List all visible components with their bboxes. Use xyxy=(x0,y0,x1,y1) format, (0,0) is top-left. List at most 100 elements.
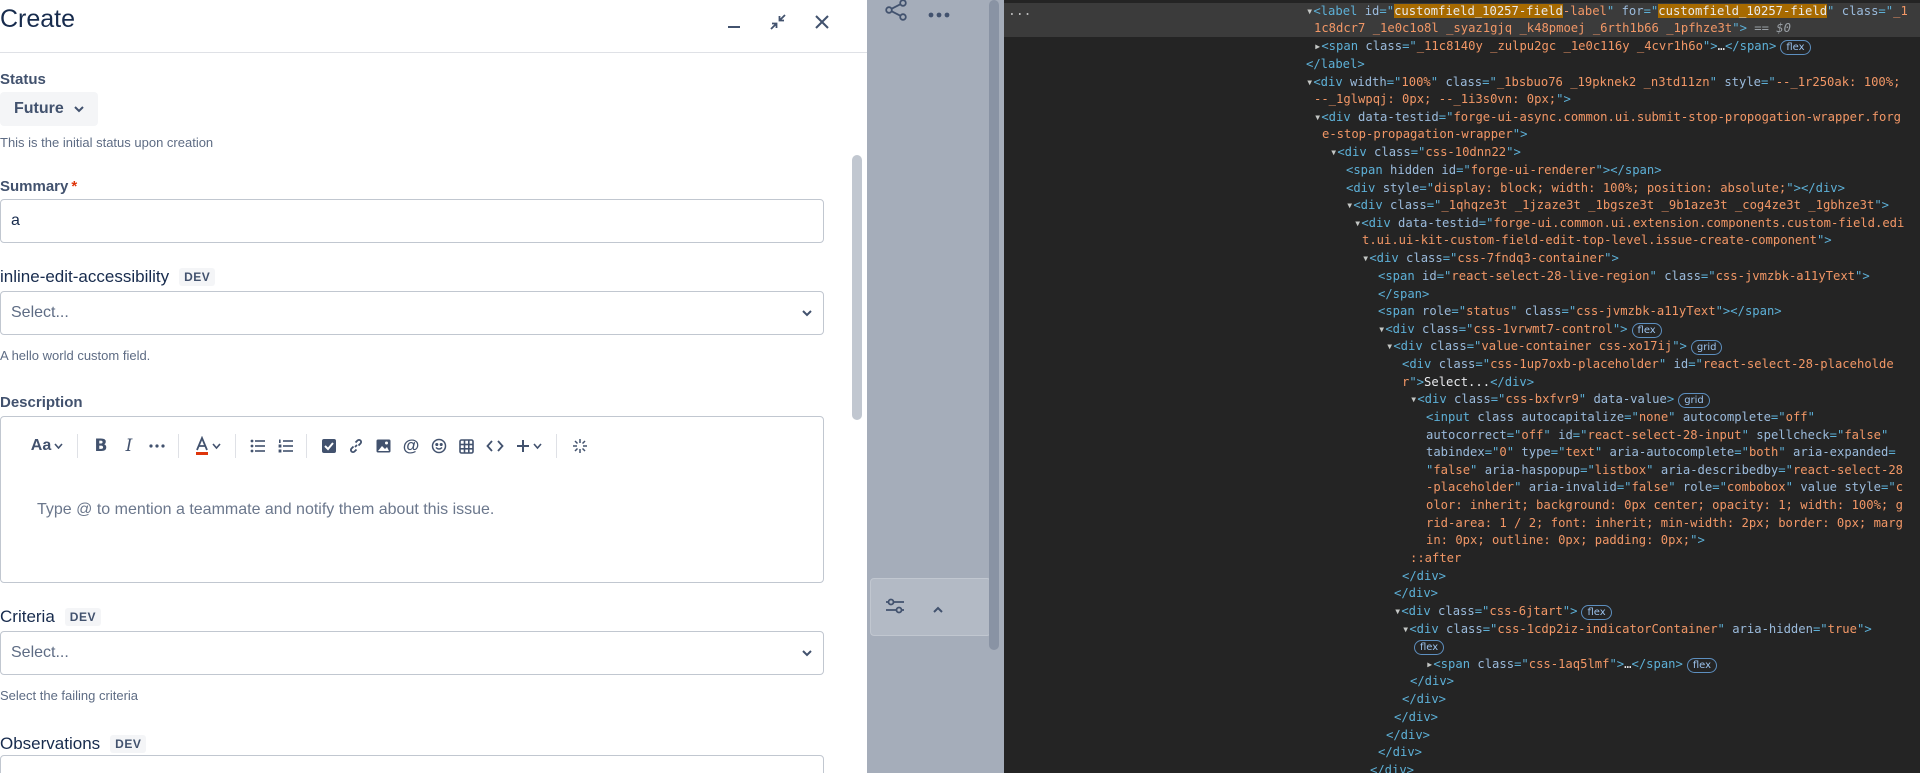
dom-node-line[interactable]: <span hidden id="forge-ui-renderer"></sp… xyxy=(1346,162,1662,179)
dom-node-line[interactable]: ▾<div class="css-7fndq3-container"> xyxy=(1362,250,1619,267)
layout-badge[interactable]: flex xyxy=(1414,640,1445,655)
description-editor[interactable]: Aa B I @ Type @ to mention a teammate an… xyxy=(0,416,824,583)
dom-token: style xyxy=(1382,181,1420,195)
dom-node-line[interactable]: <div class="css-1up7oxb-placeholder" id=… xyxy=(1402,356,1894,373)
dom-token: "> xyxy=(1816,233,1832,247)
inline-edit-placeholder: Select... xyxy=(11,304,69,321)
collapse-arrows-icon xyxy=(770,14,786,30)
summary-input[interactable]: a xyxy=(0,199,824,243)
dom-node-line[interactable]: <span role="status" class="css-jvmzbk-a1… xyxy=(1378,303,1782,320)
text-color-button[interactable] xyxy=(193,435,223,457)
dom-token: both xyxy=(1748,445,1779,459)
layout-badge[interactable]: flex xyxy=(1780,40,1811,55)
dom-node-line[interactable]: ▾<div width="100%" class="_1bsbuo76 _19p… xyxy=(1306,74,1900,91)
dom-node-line[interactable]: ▾<div class="css-1cdp2iz-indicatorContai… xyxy=(1402,621,1872,638)
dom-node-line[interactable]: ▾<div data-testid="forge-ui-async.common… xyxy=(1314,109,1901,126)
dom-node-line[interactable]: e-stop-propagation-wrapper"> xyxy=(1322,126,1527,143)
observations-input[interactable] xyxy=(0,755,824,773)
ellipsis-marker[interactable]: ... xyxy=(1008,4,1031,19)
modal-scrollbar[interactable] xyxy=(852,155,862,420)
table-button[interactable] xyxy=(459,435,474,457)
dom-node-line[interactable]: ▸<span class="css-1aq5lmf">…</span> flex xyxy=(1426,656,1718,673)
dom-node-line[interactable]: ▾<div class="css-1vrwmt7-control"> flex xyxy=(1378,321,1662,338)
dom-token: "></span> xyxy=(1715,304,1782,318)
inline-edit-select[interactable]: Select... xyxy=(0,291,824,335)
dom-node-line[interactable]: -placeholder" aria-invalid="false" role=… xyxy=(1426,479,1903,496)
dom-node-line[interactable]: 1c8dcr7 _1e0c1o8l _syaz1gjq _k48pmoej _6… xyxy=(1314,20,1791,37)
layout-badge[interactable]: flex xyxy=(1581,605,1612,620)
layout-badge[interactable]: flex xyxy=(1686,658,1718,673)
configure-button[interactable] xyxy=(885,597,905,620)
dom-node-line[interactable]: </div> xyxy=(1410,673,1454,690)
bullet-list-button[interactable] xyxy=(250,435,266,457)
dom-node-line[interactable]: "false" aria-haspopup="listbox" aria-des… xyxy=(1426,462,1903,479)
numbered-list-button[interactable] xyxy=(278,435,294,457)
more-formatting-button[interactable] xyxy=(148,435,166,457)
dom-node-line[interactable]: ▾<div class="value-container css-xo17ij"… xyxy=(1386,338,1723,355)
dom-node-line[interactable]: rid-area: 1 / 2; font: inherit; min-widt… xyxy=(1426,515,1903,532)
dom-node-line[interactable]: ▾<div class="css-6jtart"> flex xyxy=(1394,603,1612,620)
text-style-dropdown[interactable]: Aa xyxy=(29,435,65,457)
layout-badge[interactable]: grid xyxy=(1690,340,1723,355)
insert-more-button[interactable] xyxy=(516,435,544,457)
dom-token: "> xyxy=(1612,322,1628,336)
dom-token: false xyxy=(1844,428,1882,442)
minimize-button[interactable] xyxy=(716,4,752,40)
dom-node-line[interactable]: ▾<label id="customfield_10257-field-labe… xyxy=(1306,3,1908,20)
dom-token: =" xyxy=(1456,163,1471,177)
dom-token: <div xyxy=(1337,145,1375,159)
page-scrollbar[interactable] xyxy=(989,0,999,650)
dom-node-line[interactable]: t.ui.ui-kit-custom-field-edit-top-level.… xyxy=(1362,232,1832,249)
dom-token: aria-invalid xyxy=(1528,480,1617,494)
dom-node-line[interactable]: autocorrect="off" id="react-select-28-in… xyxy=(1426,427,1888,444)
dom-node-line[interactable]: </div> xyxy=(1394,709,1438,726)
dom-node-line[interactable]: ::after xyxy=(1410,550,1461,567)
mention-button[interactable]: @ xyxy=(403,435,420,457)
dom-node-line[interactable]: </label> xyxy=(1306,56,1365,73)
layout-badge[interactable]: grid xyxy=(1678,393,1710,408)
action-item-button[interactable] xyxy=(321,435,336,457)
image-button[interactable] xyxy=(376,435,391,457)
code-button[interactable] xyxy=(486,435,504,457)
ai-button[interactable] xyxy=(571,435,589,457)
more-actions-button[interactable] xyxy=(928,5,950,23)
layout-badge[interactable]: flex xyxy=(1631,323,1662,338)
dom-node-line[interactable]: </div> xyxy=(1370,762,1414,773)
dom-node-line[interactable]: tabindex="0" type="text" aria-autocomple… xyxy=(1426,444,1896,461)
link-button[interactable] xyxy=(348,435,364,457)
dom-node-line[interactable]: ▾<div data-testid="forge-ui.common.ui.ex… xyxy=(1354,215,1904,232)
criteria-select[interactable]: Select... xyxy=(0,631,824,675)
dom-node-line[interactable]: --_1glwpqj: 0px; --_1i3s0vn: 0px;"> xyxy=(1314,91,1571,108)
dom-node-line[interactable]: <div style="display: block; width: 100%;… xyxy=(1346,180,1845,197)
dom-node-line[interactable]: flex xyxy=(1410,638,1445,655)
italic-button[interactable]: I xyxy=(122,435,136,457)
dom-node-line[interactable]: r">Select...</div> xyxy=(1402,374,1534,391)
dom-node-line[interactable]: <span id="react-select-28-live-region" c… xyxy=(1378,268,1870,285)
status-dropdown[interactable]: Future xyxy=(0,92,98,126)
dom-node-line[interactable]: ▾<div class="css-bxfvr9" data-value> grid xyxy=(1410,391,1710,408)
dom-token: <div xyxy=(1361,216,1399,230)
bold-button[interactable]: B xyxy=(92,435,110,457)
dom-token: "> xyxy=(1702,39,1718,53)
collapse-section-button[interactable] xyxy=(932,601,944,619)
dom-token: =" xyxy=(1484,445,1500,459)
dom-token: </span> xyxy=(1631,657,1683,671)
dom-node-line[interactable]: in: 0px; outline: 0px; padding: 0px;"> xyxy=(1426,532,1705,549)
dom-node-line[interactable]: olor: inherit; background: 0px center; o… xyxy=(1426,497,1903,514)
dom-node-line[interactable]: </div> xyxy=(1394,585,1438,602)
dom-token: </div> xyxy=(1410,674,1455,688)
dom-node-line[interactable]: </div> xyxy=(1402,568,1446,585)
close-button[interactable] xyxy=(804,4,840,40)
emoji-button[interactable] xyxy=(431,435,447,457)
dom-token: data-value xyxy=(1593,392,1667,406)
dom-node-line[interactable]: ▸<span class="_11c8140y _zulpu2gc _1e0c1… xyxy=(1314,38,1811,55)
dom-node-line[interactable]: </div> xyxy=(1386,727,1430,744)
dom-node-line[interactable]: </div> xyxy=(1402,691,1446,708)
dom-node-line[interactable]: </div> xyxy=(1378,744,1422,761)
share-button[interactable] xyxy=(884,0,908,27)
dom-node-line[interactable]: ▾<div class="css-10dnn22"> xyxy=(1330,144,1521,161)
dom-node-line[interactable]: <input class autocapitalize="none" autoc… xyxy=(1426,409,1815,426)
collapse-button[interactable] xyxy=(760,4,796,40)
dom-node-line[interactable]: ▾<div class="_1qhqze3t _1jzaze3t _1bgsze… xyxy=(1346,197,1889,214)
dom-node-line[interactable]: </span> xyxy=(1378,286,1429,303)
